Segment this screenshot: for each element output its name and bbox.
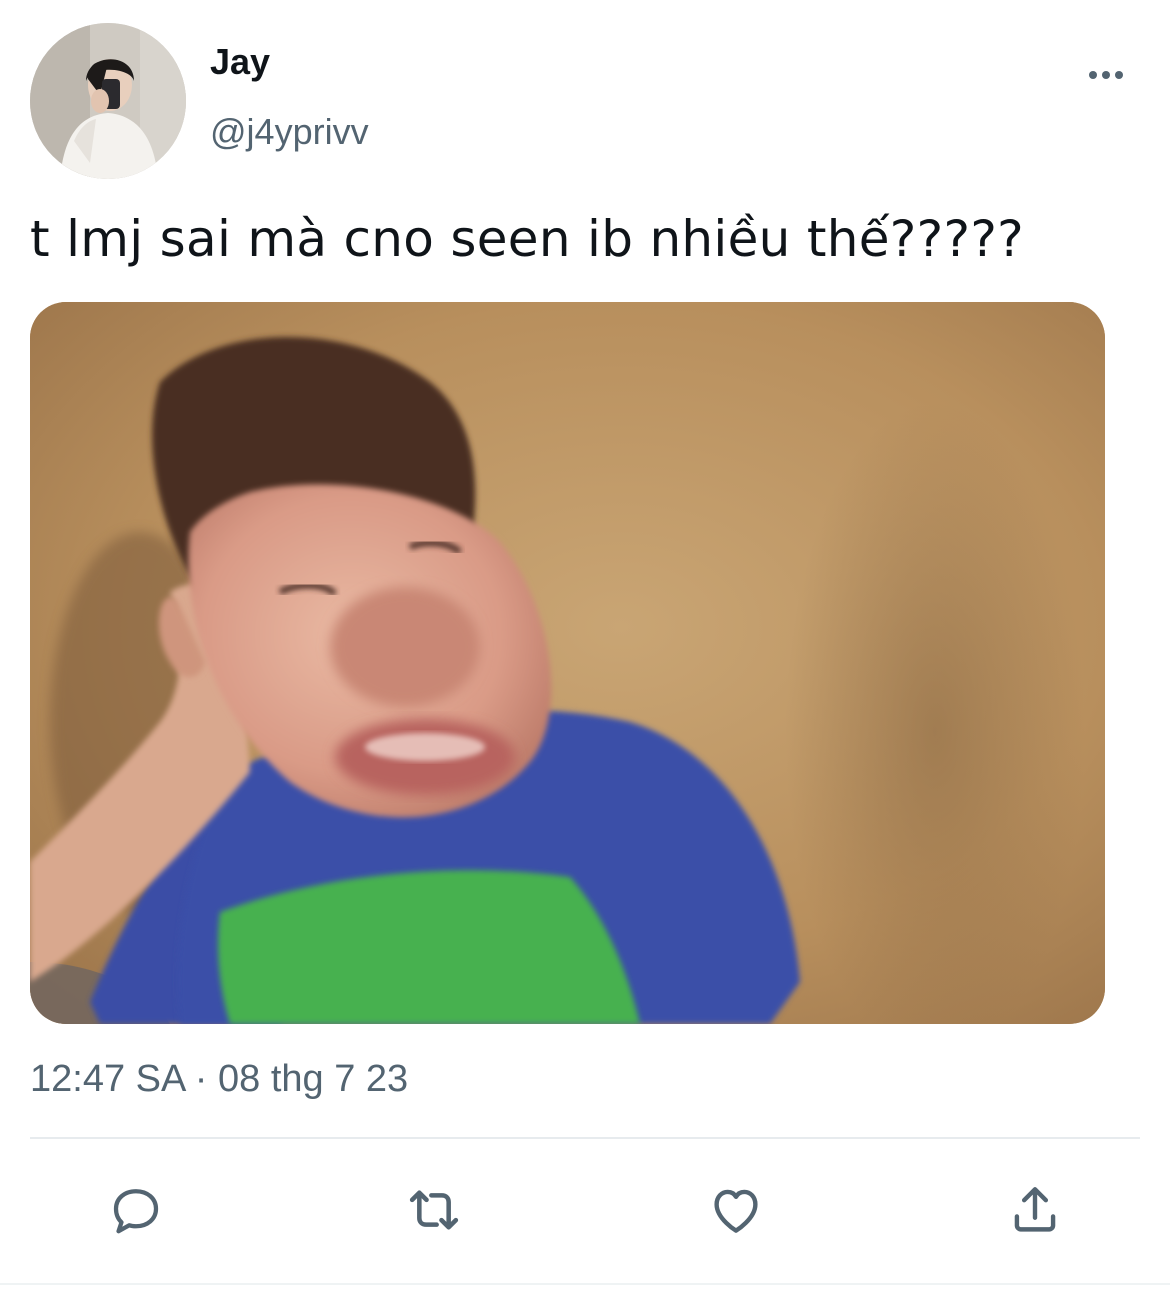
tweet-text: t lmj sai mà cno seen ib nhiều thế????? (30, 210, 1024, 268)
tweet-photo (30, 302, 1105, 1024)
profile-photo (30, 23, 186, 179)
reply-button[interactable] (104, 1178, 168, 1242)
tweet-media[interactable] (30, 302, 1105, 1024)
retweet-icon (409, 1190, 459, 1230)
bottom-divider (0, 1283, 1170, 1285)
display-name[interactable]: Jay (210, 40, 270, 84)
like-button[interactable] (704, 1178, 768, 1242)
more-horizontal-icon-dot (1102, 71, 1110, 79)
reply-icon (113, 1189, 159, 1234)
divider (30, 1137, 1140, 1139)
avatar[interactable] (30, 23, 186, 179)
heart-icon (714, 1189, 758, 1233)
share-button[interactable] (1003, 1178, 1067, 1242)
share-icon (1014, 1187, 1056, 1232)
tweet-timestamp[interactable]: 12:47 SA · 08 thg 7 23 (30, 1056, 408, 1102)
more-horizontal-icon-dot (1115, 71, 1123, 79)
more-options-button[interactable] (1080, 55, 1132, 95)
retweet-button[interactable] (402, 1178, 466, 1242)
more-horizontal-icon (1089, 71, 1097, 79)
handle[interactable]: @j4yprivv (210, 110, 369, 154)
